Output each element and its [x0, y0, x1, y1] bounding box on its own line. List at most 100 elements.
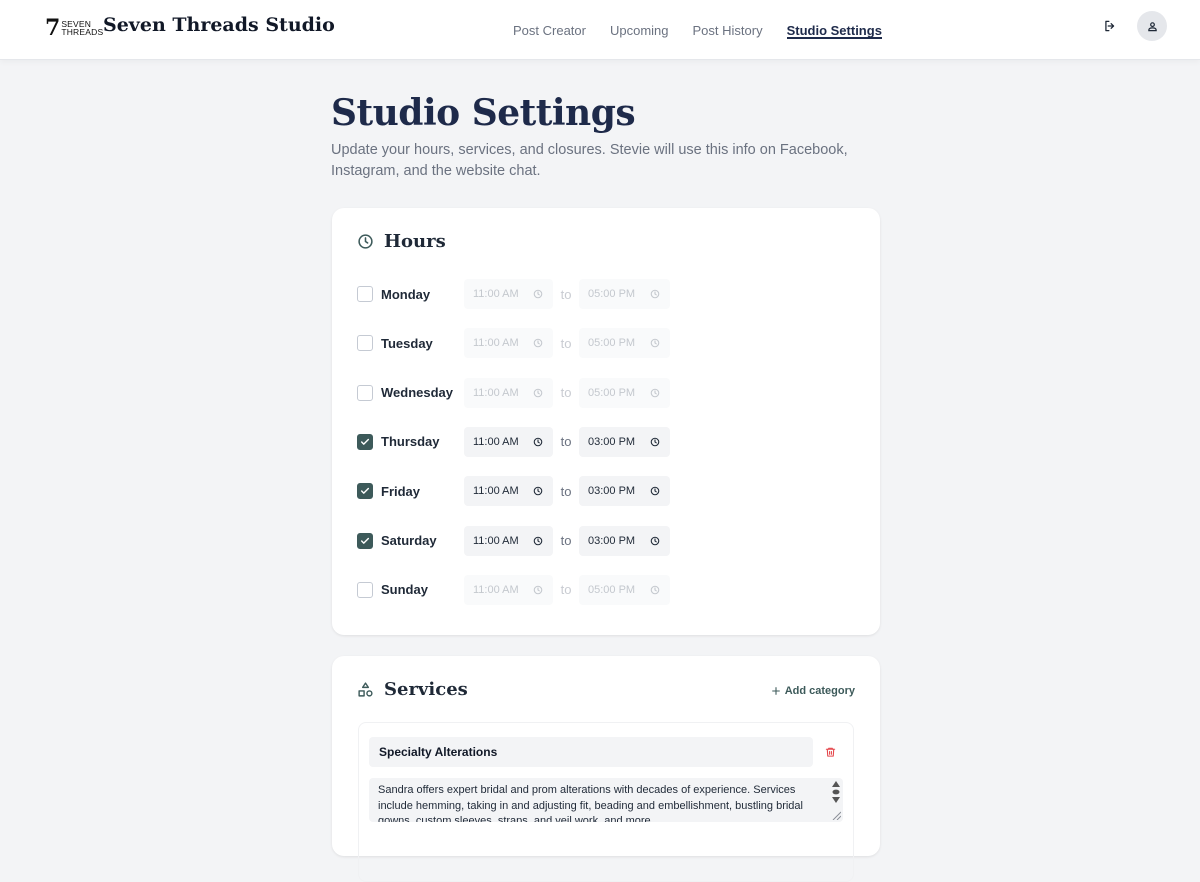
to-label: to: [560, 385, 572, 401]
hours-card: Hours Monday 11:00 AM to 05:00 PM Tuesday 11:…: [332, 208, 880, 635]
scroll-up-icon: [832, 781, 840, 787]
day-checkbox-tuesday[interactable]: [357, 335, 373, 352]
brand-logo[interactable]: 7 SEVEN THREADS: [45, 15, 103, 41]
close-time-input[interactable]: 05:00 PM: [579, 574, 670, 605]
day-label: Tuesday: [381, 335, 433, 351]
services-card: Services Add category Specialty Alterati…: [332, 656, 880, 882]
day-checkbox-thursday[interactable]: [357, 433, 373, 450]
clock-small-icon: [650, 437, 660, 447]
clock-small-icon: [650, 289, 660, 299]
hours-title: Hours: [384, 231, 446, 252]
open-time-value: 11:00 AM: [473, 288, 519, 300]
check-icon: [360, 438, 370, 445]
open-time-input[interactable]: 11:00 AM: [464, 377, 553, 408]
close-time-value: 03:00 PM: [588, 435, 636, 448]
day-label: Friday: [381, 483, 421, 499]
logo-numeral: 7: [45, 15, 61, 41]
to-label: to: [560, 483, 572, 499]
clock-icon: [358, 234, 373, 249]
to-label: to: [560, 434, 572, 450]
clock-small-icon: [533, 339, 543, 348]
day-checkbox-monday[interactable]: [357, 286, 373, 302]
clock-small-icon: [533, 437, 543, 447]
close-time-input[interactable]: 03:00 PM: [579, 426, 670, 457]
open-time-input[interactable]: 11:00 AM: [464, 525, 553, 556]
open-time-input[interactable]: 11:00 AM: [464, 476, 553, 507]
day-checkbox-friday[interactable]: [357, 483, 373, 500]
close-time-input[interactable]: 05:00 PM: [579, 377, 670, 408]
logo-wordmark: SEVEN THREADS: [61, 20, 103, 37]
plus-icon: [771, 687, 780, 695]
open-time-value: 11:00 AM: [473, 485, 519, 498]
close-time-value: 05:00 PM: [588, 288, 636, 300]
tab-upcoming[interactable]: Upcoming: [610, 0, 669, 60]
clock-small-icon: [650, 388, 660, 397]
page-subtitle: Update your hours, services, and closure…: [331, 142, 848, 179]
category-description-textarea[interactable]: Sandra offers expert bridal and prom alt…: [369, 778, 843, 822]
category-name-input[interactable]: Specialty Alterations: [369, 737, 813, 767]
open-time-input[interactable]: 11:00 AM: [464, 328, 553, 359]
clock-small-icon: [533, 536, 543, 545]
brand-name[interactable]: Seven Threads Studio: [103, 14, 335, 36]
day-label: Sunday: [381, 582, 428, 598]
close-time-value: 05:00 PM: [588, 337, 636, 350]
user-avatar-button[interactable]: [1137, 11, 1167, 41]
close-time-input[interactable]: 05:00 PM: [579, 279, 670, 309]
day-label: Saturday: [381, 533, 437, 548]
close-time-input[interactable]: 03:00 PM: [579, 476, 670, 507]
user-icon: [1147, 21, 1157, 31]
open-time-input[interactable]: 11:00 AM: [464, 426, 553, 457]
day-label: Wednesday: [381, 385, 454, 401]
tab-post-creator[interactable]: Post Creator: [513, 0, 586, 60]
close-time-value: 05:00 PM: [588, 583, 636, 596]
close-time-input[interactable]: 03:00 PM: [579, 525, 670, 556]
hours-card-header: Hours: [357, 231, 446, 252]
clock-small-icon: [650, 339, 660, 348]
tab-post-history[interactable]: Post History: [693, 0, 763, 60]
delete-category-button[interactable]: [823, 744, 837, 760]
open-time-value: 11:00 AM: [473, 386, 519, 399]
day-checkbox-wednesday[interactable]: [357, 384, 373, 401]
open-time-value: 11:00 AM: [473, 534, 519, 547]
top-navigation-bar: 7 SEVEN THREADS Seven Threads Studio Pos…: [0, 0, 1200, 60]
clock-small-icon: [533, 486, 543, 496]
day-checkbox-saturday[interactable]: [357, 532, 373, 549]
logout-button[interactable]: [1100, 15, 1120, 37]
day-checkbox-sunday[interactable]: [357, 581, 373, 598]
main-nav: Post Creator Upcoming Post History Studi…: [513, 0, 883, 60]
scroll-thumb-icon: [832, 789, 840, 795]
category-description-text: Sandra offers expert bridal and prom alt…: [378, 784, 803, 822]
to-label: to: [560, 286, 572, 302]
to-label: to: [560, 533, 572, 548]
day-label: Monday: [381, 286, 431, 302]
clock-small-icon: [650, 585, 660, 595]
open-time-value: 11:00 AM: [473, 435, 519, 448]
clock-small-icon: [533, 289, 543, 299]
clock-small-icon: [650, 486, 660, 496]
add-category-label: Add category: [784, 685, 855, 697]
resize-grip-icon[interactable]: [832, 811, 841, 820]
services-title: Services: [384, 679, 468, 700]
clock-small-icon: [533, 388, 543, 397]
open-time-input[interactable]: 11:00 AM: [464, 574, 553, 605]
tab-studio-settings[interactable]: Studio Settings: [786, 0, 883, 60]
check-icon: [360, 537, 370, 544]
close-time-input[interactable]: 05:00 PM: [579, 328, 670, 359]
day-row-thursday: Thursday 11:00 AM to 03:00 PM: [357, 426, 670, 457]
open-time-input[interactable]: 11:00 AM: [464, 279, 553, 309]
shapes-icon: [358, 682, 373, 697]
trash-icon: [825, 747, 835, 757]
close-time-value: 05:00 PM: [588, 386, 636, 399]
close-time-value: 03:00 PM: [588, 534, 636, 547]
services-card-header: Services: [357, 679, 468, 700]
close-time-value: 03:00 PM: [588, 485, 636, 498]
logout-icon: [1105, 20, 1115, 32]
textarea-scrollbar[interactable]: [832, 781, 840, 803]
day-label: Thursday: [381, 434, 440, 450]
to-label: to: [560, 582, 572, 598]
add-category-button[interactable]: Add category: [771, 685, 855, 697]
day-row-monday: Monday 11:00 AM to 05:00 PM: [357, 279, 670, 309]
service-category: Specialty Alterations Sandra offers expe…: [358, 722, 854, 882]
day-row-saturday: Saturday 11:00 AM to 03:00 PM: [357, 525, 670, 556]
clock-small-icon: [533, 585, 543, 595]
